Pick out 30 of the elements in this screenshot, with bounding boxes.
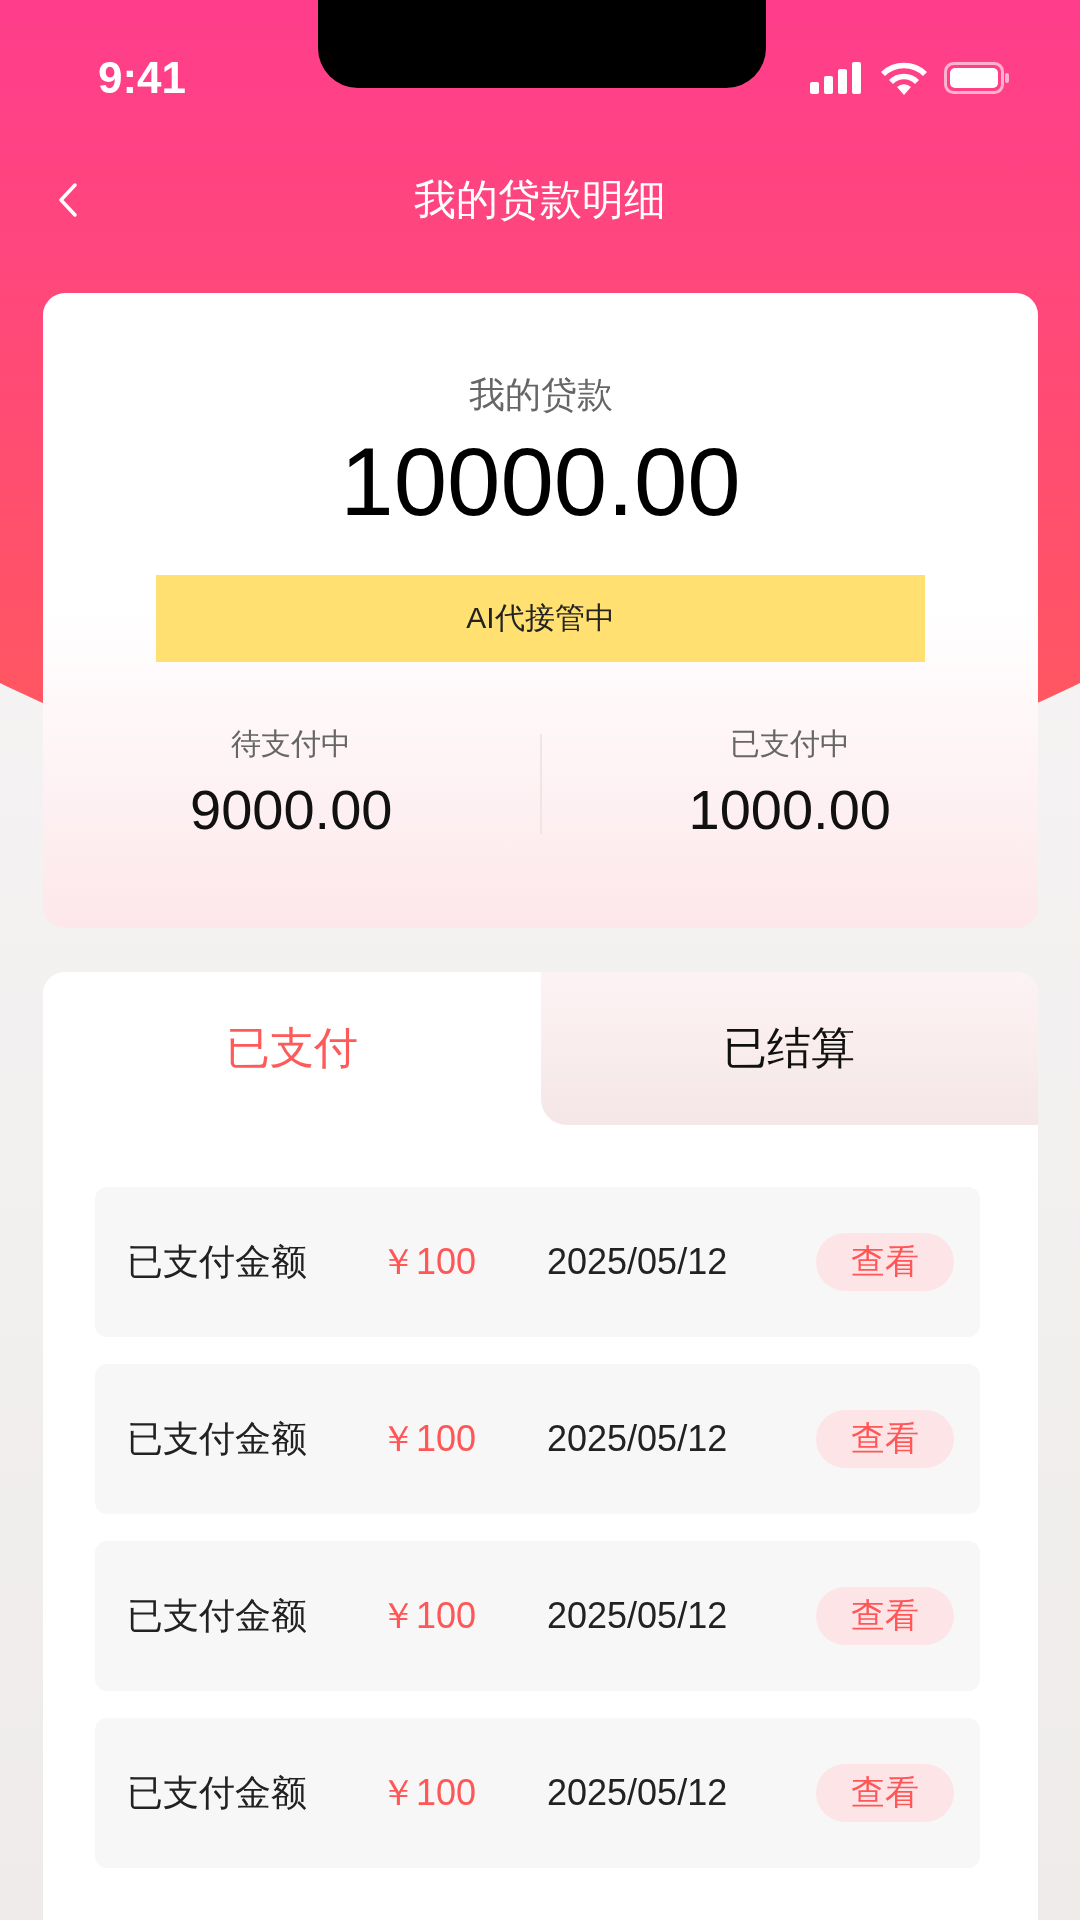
tab[interactable]: 已结算 bbox=[540, 972, 1038, 1125]
record-label: 已支付金额 bbox=[127, 1593, 308, 1638]
page-title: 我的贷款明细 bbox=[414, 175, 666, 225]
loan-amount: 10000.00 bbox=[340, 427, 741, 537]
record-amount: ￥100 bbox=[380, 1239, 478, 1284]
view-button[interactable]: 查看 bbox=[816, 1233, 954, 1291]
record-amount: ￥100 bbox=[380, 1593, 478, 1638]
signal-icon bbox=[810, 62, 864, 94]
record-amount: ￥100 bbox=[380, 1416, 478, 1461]
record-date: 2025/05/12 bbox=[547, 1241, 729, 1283]
loan-label: 我的贷款 bbox=[468, 373, 613, 417]
record-amount: ￥100 bbox=[380, 1770, 478, 1815]
stat-label: 待支付中 bbox=[231, 726, 352, 762]
view-button[interactable]: 查看 bbox=[816, 1410, 954, 1468]
battery-icon bbox=[944, 62, 1010, 94]
view-button[interactable]: 查看 bbox=[816, 1587, 954, 1645]
record-date: 2025/05/12 bbox=[547, 1772, 729, 1814]
back-icon[interactable] bbox=[58, 182, 78, 218]
record-label: 已支付金额 bbox=[127, 1239, 308, 1284]
record-date: 2025/05/12 bbox=[547, 1418, 729, 1460]
record-label: 已支付金额 bbox=[127, 1416, 308, 1461]
stat-value: 1000.00 bbox=[688, 777, 891, 843]
stat-label: 已支付中 bbox=[729, 726, 850, 762]
view-button[interactable]: 查看 bbox=[816, 1764, 954, 1822]
record-date: 2025/05/12 bbox=[547, 1595, 729, 1637]
record-label: 已支付金额 bbox=[127, 1770, 308, 1815]
status-banner: AI代接管中 bbox=[156, 575, 925, 662]
status-time: 9:41 bbox=[98, 52, 187, 104]
wifi-icon bbox=[880, 61, 928, 95]
stat-value: 9000.00 bbox=[190, 777, 393, 843]
